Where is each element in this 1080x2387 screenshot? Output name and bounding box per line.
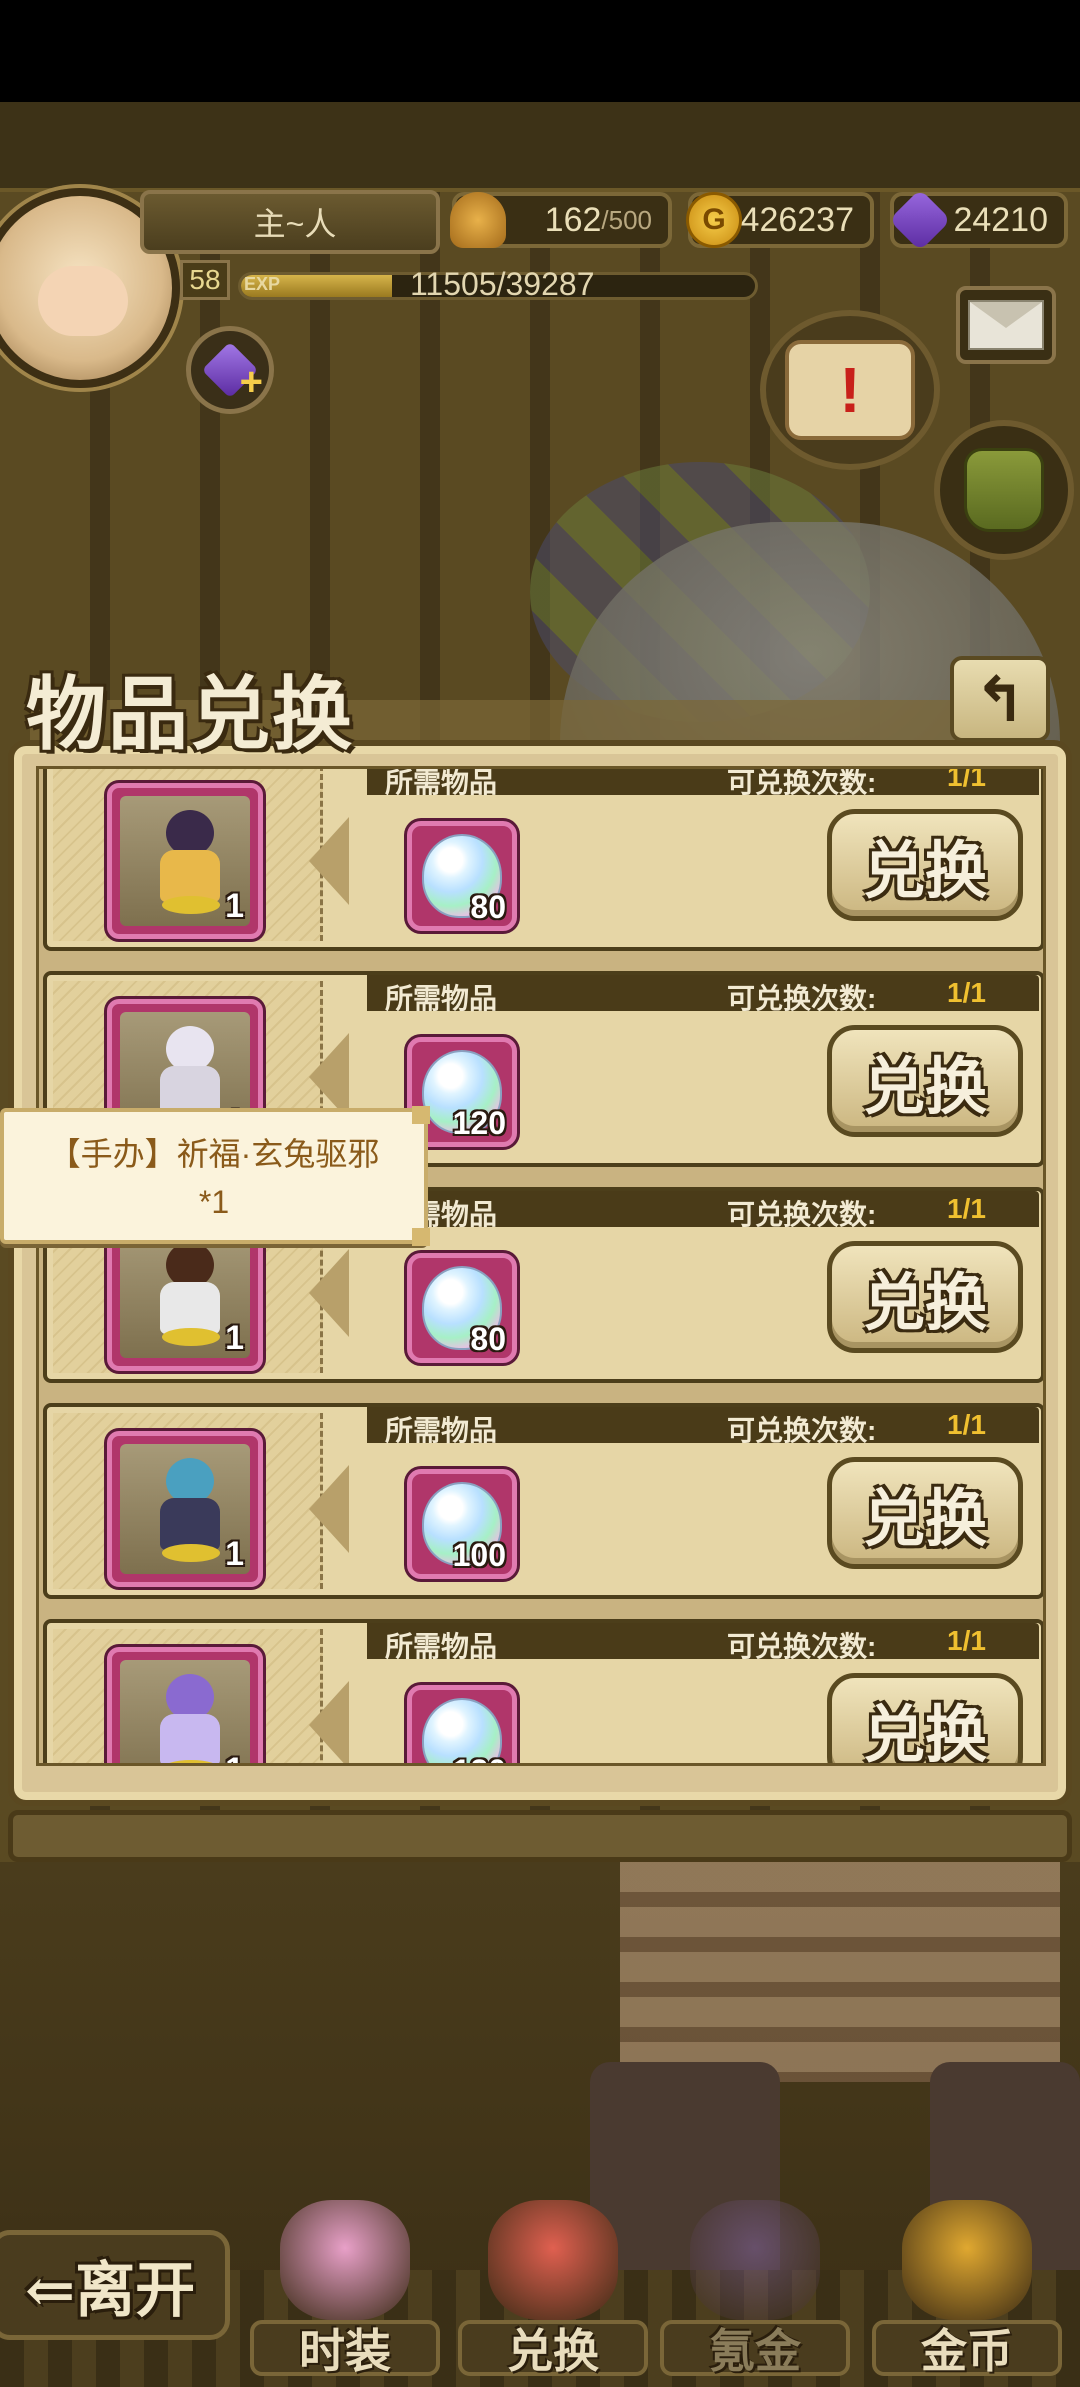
backpack-icon: [964, 448, 1044, 532]
exchange-limit-label: 可兑换次数:: [727, 1631, 877, 1662]
panel-bottom-rail: [8, 1810, 1072, 1862]
figurine-base: [162, 896, 220, 914]
purple-gem-icon: [888, 188, 952, 252]
buy-gems-button[interactable]: +: [186, 326, 274, 414]
cost-amount: 80: [470, 1321, 506, 1357]
cost-item-slot[interactable]: 100: [407, 1469, 517, 1579]
exchange-limit-label: 可兑换次数:: [727, 1199, 877, 1230]
exchange-limit-value: 1/1: [947, 766, 986, 792]
panel-title: 物品兑换: [26, 667, 354, 761]
exchange-limit-value: 1/1: [947, 1409, 986, 1440]
player-name: 主~人: [140, 190, 440, 254]
exchange-limit-value: 1/1: [947, 977, 986, 1008]
figurine-icon: [152, 1242, 228, 1346]
reward-item-slot[interactable]: 1: [107, 1431, 263, 1587]
exchange-limit-value: 1/1: [947, 1625, 986, 1656]
figurine-icon: [152, 1458, 228, 1562]
gem-amount: 24210: [953, 200, 1048, 239]
tab-label: 兑换: [458, 2320, 648, 2378]
plus-icon: +: [239, 360, 263, 404]
tab-label: 时装: [250, 2320, 440, 2378]
figurine-body: [160, 1714, 220, 1763]
cost-amount: 120: [452, 1105, 506, 1141]
figurine-icon: [152, 810, 228, 914]
reward-count: 1: [225, 1535, 244, 1573]
arrow-left-icon: [309, 1681, 349, 1763]
exp-label: EXP: [244, 274, 281, 294]
bottom-nav: ⇐离开 时装 兑换 氪金 金币: [0, 2140, 1080, 2387]
figurine-body: [160, 1498, 220, 1550]
exchange-limit-label: 可兑换次数:: [727, 767, 877, 798]
cost-item-slot[interactable]: 80: [407, 1253, 517, 1363]
stamina-max: /500: [601, 204, 652, 235]
figurine-body: [160, 1282, 220, 1334]
required-items-label: 所需物品: [385, 1631, 498, 1662]
reward-item-slot[interactable]: 1: [107, 783, 263, 939]
exchange-row: 1 所需物品 可兑换次数: 1/1 80 兑换: [43, 766, 1043, 951]
quest-scroll-button[interactable]: !: [760, 310, 940, 470]
required-items-label: 所需物品: [385, 1415, 498, 1446]
tooltip-item-name: 【手办】祈福·玄兔驱邪: [48, 1136, 380, 1172]
redeem-button[interactable]: 兑换: [827, 809, 1023, 921]
figurine-base: [162, 1544, 220, 1562]
gold-amount: 426237: [740, 200, 854, 239]
arrow-left-icon: [309, 1249, 349, 1337]
back-button[interactable]: ↰: [950, 656, 1050, 742]
mail-button[interactable]: [956, 286, 1056, 364]
tab-exchange[interactable]: 兑换: [458, 2180, 648, 2380]
cost-item-slot[interactable]: 120: [407, 1685, 517, 1763]
exchange-bag-icon: [488, 2200, 618, 2320]
reward-count: 1: [225, 1751, 244, 1763]
required-items-label: 所需物品: [385, 767, 498, 798]
required-items-label: 所需物品: [385, 983, 498, 1014]
redeem-button[interactable]: 兑换: [827, 1025, 1023, 1137]
tab-gold[interactable]: 金币: [872, 2180, 1062, 2380]
tab-label: 氪金: [660, 2320, 850, 2378]
redeem-button[interactable]: 兑换: [827, 1241, 1023, 1353]
exchange-row: 1 所需物品 可兑换次数: 1/1 120 兑换: [43, 1619, 1043, 1763]
gold-counter[interactable]: G 426237: [686, 192, 874, 248]
figurine-base: [162, 1328, 220, 1346]
cost-amount: 80: [470, 889, 506, 925]
reward-count: 1: [225, 1319, 244, 1357]
leave-button[interactable]: ⇐离开: [0, 2230, 230, 2340]
level-badge: 58: [180, 260, 230, 300]
exchange-limit-label: 可兑换次数:: [727, 983, 877, 1014]
cost-amount: 100: [452, 1537, 506, 1573]
figurine-body: [160, 850, 220, 902]
gem-counter[interactable]: 24210: [888, 188, 1068, 252]
cost-amount: 120: [453, 1753, 506, 1763]
reward-count: 1: [225, 887, 244, 925]
envelope-icon: [968, 300, 1044, 350]
character-legs-illustration: [620, 1862, 1060, 2082]
redeem-button[interactable]: 兑换: [827, 1457, 1023, 1569]
stamina-counter[interactable]: 162/500: [450, 192, 672, 248]
tab-label: 金币: [872, 2320, 1062, 2378]
gold-bag-icon: [902, 2200, 1032, 2320]
exchange-limit-value: 1/1: [947, 1193, 986, 1224]
costume-icon: [280, 2200, 410, 2320]
tab-costume[interactable]: 时装: [250, 2180, 440, 2380]
tooltip-item-quantity: *1: [198, 1184, 230, 1220]
exp-text: 11505/39287: [410, 266, 595, 302]
exchange-limit-label: 可兑换次数:: [727, 1415, 877, 1446]
backpack-button[interactable]: [934, 420, 1074, 560]
gem-bag-icon: [690, 2200, 820, 2320]
cost-item-slot[interactable]: 80: [407, 821, 517, 931]
arrow-left-icon: [309, 1465, 349, 1553]
figurine-icon: [152, 1674, 228, 1763]
status-bar: [0, 0, 1080, 102]
reward-item-slot[interactable]: 1: [107, 1647, 263, 1763]
stamina-current: 162: [544, 200, 602, 239]
gold-coin-icon: G: [686, 192, 742, 248]
tab-recharge[interactable]: 氪金: [660, 2180, 850, 2380]
scroll-alert-icon: !: [785, 340, 915, 440]
arrow-left-icon: [309, 817, 349, 905]
exchange-row: 1 所需物品 可兑换次数: 1/1 100 兑换: [43, 1403, 1043, 1599]
item-tooltip: 【手办】祈福·玄兔驱邪 *1: [0, 1106, 430, 1246]
bread-icon: [450, 192, 506, 248]
redeem-button[interactable]: 兑换: [827, 1673, 1023, 1763]
exchange-list[interactable]: 1所需物品可兑换次数:1/180兑换1所需物品可兑换次数:1/1120兑换1所需…: [36, 766, 1046, 1766]
